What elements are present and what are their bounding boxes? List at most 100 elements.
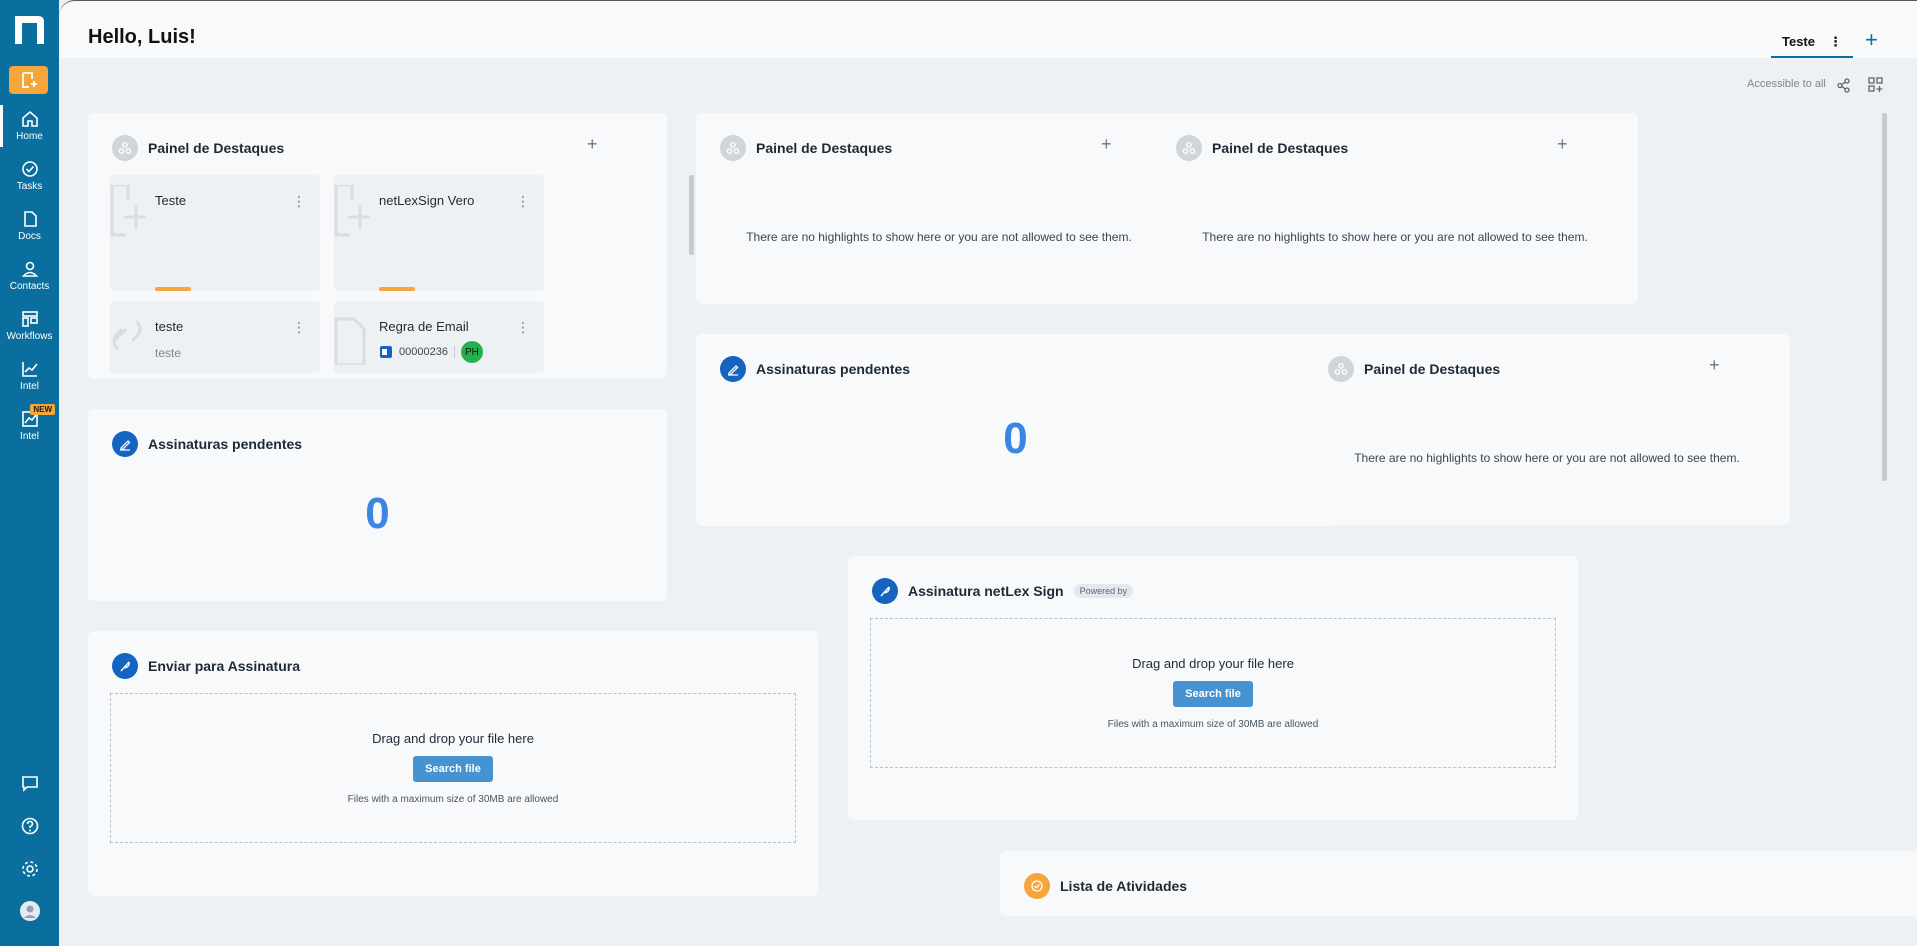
netlex-sign-card: Assinatura netLex Sign Powered by Drag a… — [848, 556, 1578, 820]
settings-button[interactable] — [0, 854, 59, 884]
add-highlight-button[interactable]: + — [1557, 134, 1568, 155]
outlook-icon — [380, 346, 392, 358]
help-button[interactable] — [0, 811, 59, 841]
empty-message: There are no highlights to show here or … — [1202, 230, 1588, 244]
search-file-button[interactable]: Search file — [1173, 681, 1253, 707]
card-title: Painel de Destaques — [1212, 140, 1349, 156]
card-header: Painel de Destaques — [720, 135, 892, 161]
card-title: Enviar para Assinatura — [148, 658, 300, 674]
more-vertical-icon[interactable]: ⋮ — [292, 319, 306, 336]
highlights-icon — [720, 135, 746, 161]
dropzone-note: Files with a maximum size of 30MB are al… — [347, 794, 559, 805]
more-vertical-icon[interactable]: ⋮ — [1829, 34, 1842, 50]
card-title: Assinaturas pendentes — [756, 361, 911, 377]
activities-card: Lista de Atividades — [1000, 851, 1917, 916]
card-title: Assinatura netLex Sign — [908, 583, 1064, 599]
settings-icon — [21, 861, 38, 877]
pen-icon — [720, 356, 746, 382]
scrollbar[interactable] — [689, 175, 694, 255]
add-tab-button[interactable]: + — [1865, 27, 1878, 53]
share-button[interactable] — [1832, 74, 1854, 96]
tile-accent — [379, 287, 415, 291]
pending-count: 0 — [365, 489, 390, 538]
highlight-tile[interactable]: teste teste ⋮ — [110, 301, 320, 373]
card-header: Enviar para Assinatura — [112, 653, 300, 679]
check-circle-icon — [21, 161, 38, 177]
add-highlight-button[interactable]: + — [1709, 355, 1720, 376]
tile-title: netLexSign Vero — [379, 193, 475, 208]
card-header: Assinatura netLex Sign Powered by — [872, 578, 1134, 604]
avatar-icon — [19, 901, 40, 921]
feather-pen-icon — [872, 578, 898, 604]
sidebar-item-label: Docs — [18, 231, 41, 242]
file-dropzone[interactable]: Drag and drop your file here Search file… — [110, 693, 796, 843]
sidebar-item-docs[interactable]: Docs — [0, 203, 59, 249]
highlights-icon — [1328, 356, 1354, 382]
document-icon — [334, 317, 366, 365]
empty-message: There are no highlights to show here or … — [746, 230, 1132, 244]
user-icon — [21, 261, 38, 277]
sidebar-item-label: Home — [16, 131, 43, 142]
sidebar-item-intel[interactable]: Intel — [0, 353, 59, 399]
dropzone-text: Drag and drop your file here — [1132, 656, 1294, 671]
add-widget-icon — [1868, 77, 1883, 92]
search-file-button[interactable]: Search file — [413, 756, 493, 782]
header: Hello, Luis! Teste ⋮ + — [59, 0, 1917, 58]
user-avatar[interactable] — [0, 896, 59, 926]
add-highlight-button[interactable]: + — [1101, 134, 1112, 155]
main-area: Hello, Luis! Teste ⋮ + Accessible to all… — [59, 0, 1917, 946]
powered-by-badge: Powered by — [1073, 584, 1134, 598]
highlight-tile[interactable]: netLexSign Vero ⋮ — [334, 175, 544, 291]
highlights-icon — [1176, 135, 1202, 161]
highlights-icon — [112, 135, 138, 161]
page-scrollbar[interactable] — [1882, 113, 1887, 481]
sidebar-item-contacts[interactable]: Contacts — [0, 253, 59, 299]
sidebar-item-intel-new[interactable]: NEW Intel — [0, 403, 59, 449]
tile-title: Regra de Email — [379, 319, 469, 334]
tile-meta: 00000236 PH — [379, 341, 483, 363]
tile-title: teste — [155, 319, 184, 334]
new-document-button[interactable] — [9, 66, 48, 94]
sidebar-item-label: Intel — [20, 431, 39, 442]
home-icon — [21, 110, 38, 127]
card-header: Painel de Destaques — [1328, 356, 1500, 382]
sidebar-item-label: Intel — [20, 381, 39, 392]
new-document-icon — [334, 185, 370, 237]
card-title: Painel de Destaques — [148, 140, 285, 156]
send-signature-card: Enviar para Assinatura Drag and drop you… — [88, 631, 818, 896]
card-header: Assinaturas pendentes — [720, 356, 910, 382]
more-vertical-icon[interactable]: ⋮ — [516, 319, 530, 336]
highlight-tile[interactable]: Teste ⋮ — [110, 175, 320, 291]
avatar: PH — [460, 341, 483, 363]
file-dropzone[interactable]: Drag and drop your file here Search file… — [870, 618, 1556, 768]
tab-label: Teste — [1782, 34, 1815, 49]
highlight-tile[interactable]: Regra de Email ⋮ 00000236 PH — [334, 301, 544, 373]
card-header: Painel de Destaques — [112, 135, 284, 161]
sidebar-item-label: Workflows — [6, 331, 53, 342]
new-badge: NEW — [30, 404, 55, 415]
netlex-logo-icon[interactable] — [10, 12, 50, 48]
empty-message: There are no highlights to show here or … — [1354, 451, 1740, 465]
more-vertical-icon[interactable]: ⋮ — [516, 193, 530, 210]
pen-icon — [112, 431, 138, 457]
tile-code: 00000236 — [399, 346, 448, 358]
pending-signatures-card: Assinaturas pendentes 0 — [696, 334, 1335, 526]
tab-teste[interactable]: Teste ⋮ — [1771, 27, 1853, 58]
sidebar-item-home[interactable]: Home — [0, 103, 59, 149]
dropzone-note: Files with a maximum size of 30MB are al… — [1107, 719, 1319, 730]
tile-subtitle: teste — [155, 346, 182, 360]
tile-title: Teste — [155, 193, 187, 208]
card-title: Painel de Destaques — [1364, 361, 1501, 377]
new-document-icon — [21, 72, 37, 88]
sidebar-item-tasks[interactable]: Tasks — [0, 153, 59, 199]
add-highlight-button[interactable]: + — [587, 134, 598, 155]
add-widget-button[interactable] — [1865, 74, 1887, 96]
card-title: Painel de Destaques — [756, 140, 893, 156]
sidebar-item-workflows[interactable]: Workflows — [0, 303, 59, 349]
tile-accent — [155, 287, 191, 291]
chat-button[interactable] — [0, 768, 59, 798]
check-badge-icon — [1024, 873, 1050, 899]
highlights-card-empty: Painel de Destaques + There are no highl… — [1304, 334, 1790, 525]
document-icon — [23, 211, 37, 227]
more-vertical-icon[interactable]: ⋮ — [292, 193, 306, 210]
